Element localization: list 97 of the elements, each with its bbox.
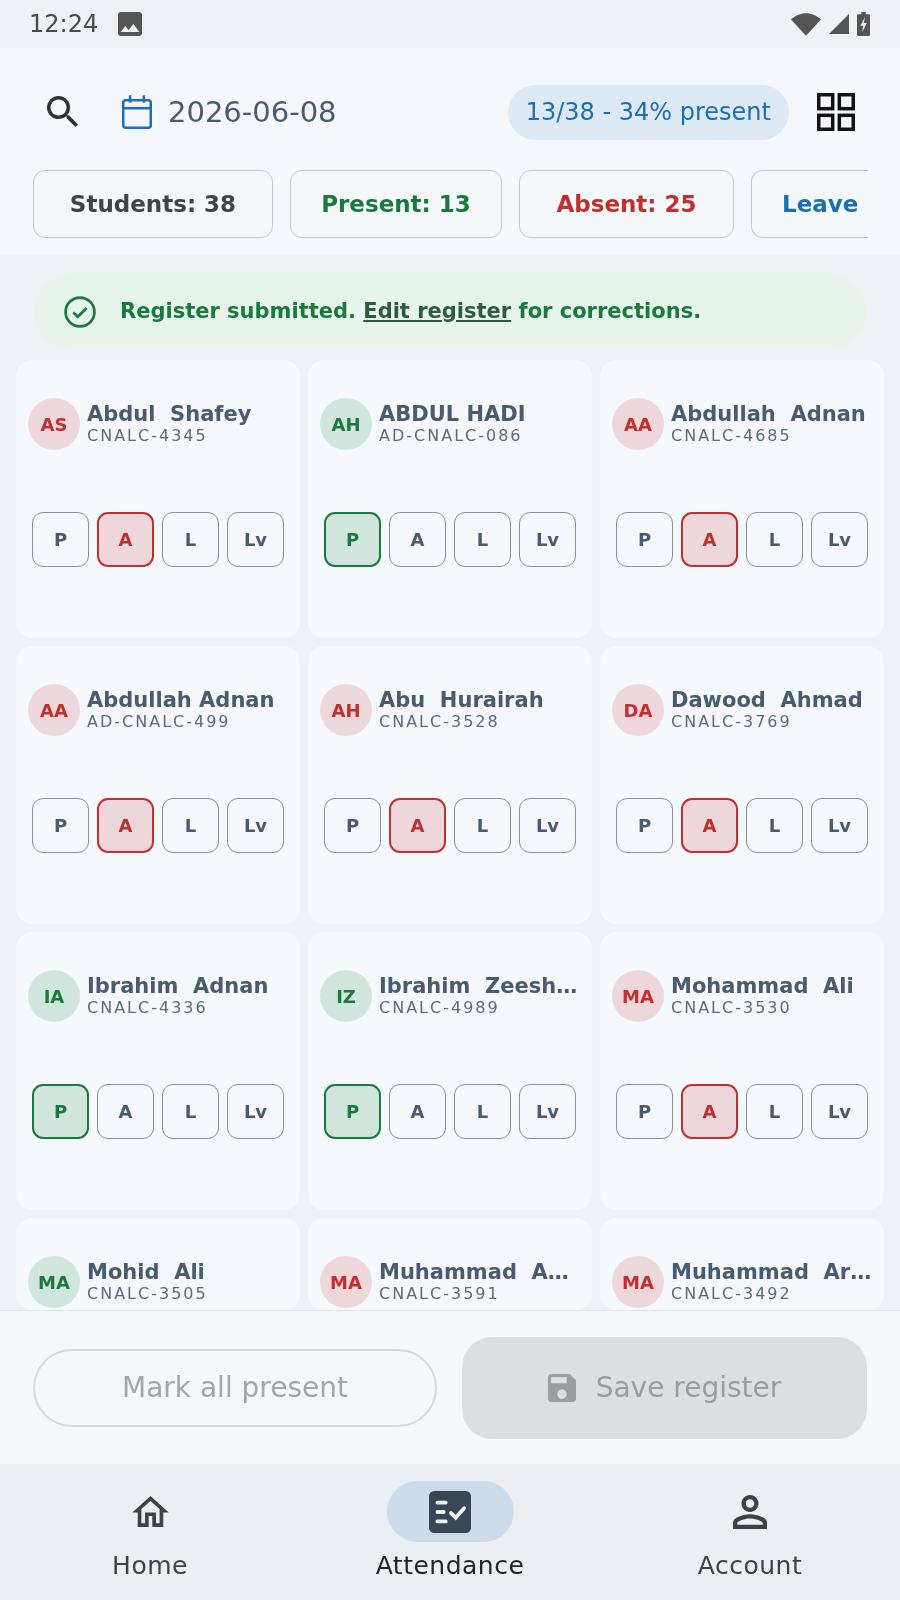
person-icon xyxy=(733,1494,767,1529)
attendance-mark-button[interactable]: L xyxy=(746,512,803,567)
student-id: CNALC-4685 xyxy=(671,426,793,445)
avatar: AH xyxy=(320,684,372,736)
attendance-mark-button[interactable]: L xyxy=(746,798,803,853)
attendance-mark-button[interactable]: P xyxy=(324,798,381,853)
student-id: CNALC-3528 xyxy=(379,712,501,731)
student-card[interactable]: IA Ibrahim Adnan CNALC-4336 P A L Lv xyxy=(16,932,300,1210)
attendance-mark-button[interactable]: L xyxy=(454,798,511,853)
stat-chip[interactable]: Leave xyxy=(751,170,868,238)
avatar: IA xyxy=(28,970,80,1022)
student-id: CNALC-3591 xyxy=(379,1284,501,1303)
avatar: MA xyxy=(28,1256,80,1308)
attendance-mark-button[interactable]: L xyxy=(454,1084,511,1139)
student-name: Abdul Shafey xyxy=(87,403,252,426)
attendance-mark-button[interactable]: A xyxy=(97,1084,154,1139)
student-name: Abdullah Adnan xyxy=(87,689,275,712)
student-id: AD-CNALC-499 xyxy=(87,712,232,731)
student-name: Mohid Ali xyxy=(87,1261,206,1284)
attendance-mark-button[interactable]: P xyxy=(616,512,673,567)
student-name: Muhammad Ar… xyxy=(671,1261,872,1284)
grid-view-icon[interactable] xyxy=(817,93,855,131)
student-id: CNALC-4345 xyxy=(87,426,209,445)
attendance-mark-button[interactable]: P xyxy=(324,512,381,567)
student-name: Ibrahim Zeesh… xyxy=(379,975,578,998)
clock-time: 12:24 xyxy=(29,12,99,36)
avatar: DA xyxy=(612,684,664,736)
student-id: CNALC-3530 xyxy=(671,998,793,1017)
student-name: Abu Hurairah xyxy=(379,689,544,712)
attendance-mark-button[interactable]: L xyxy=(162,1084,219,1139)
banner-message: Register submitted. Edit register for corrections. xyxy=(120,297,702,325)
student-id: CNALC-3769 xyxy=(671,712,793,731)
avatar: MA xyxy=(612,970,664,1022)
attendance-mark-button[interactable]: P xyxy=(32,1084,89,1139)
student-name: Ibrahim Adnan xyxy=(87,975,269,998)
signal-icon xyxy=(829,14,849,34)
attendance-mark-button[interactable]: A xyxy=(97,798,154,853)
stat-chip[interactable]: Absent: 25 xyxy=(519,170,734,238)
attendance-mark-button[interactable]: A xyxy=(389,798,446,853)
avatar: AA xyxy=(612,398,664,450)
attendance-mark-button[interactable]: Lv xyxy=(227,1084,284,1139)
attendance-mark-button[interactable]: P xyxy=(32,798,89,853)
attendance-mark-button[interactable]: Lv xyxy=(227,512,284,567)
avatar: AA xyxy=(28,684,80,736)
home-icon xyxy=(131,1496,169,1527)
attendance-mark-button[interactable]: A xyxy=(389,512,446,567)
attendance-mark-button[interactable]: Lv xyxy=(519,512,576,567)
nav-tab[interactable]: Attendance xyxy=(300,1464,600,1600)
check-circle-icon xyxy=(64,295,96,328)
attendance-mark-button[interactable]: P xyxy=(32,512,89,567)
student-id: CNALC-4989 xyxy=(379,998,501,1017)
avatar: MA xyxy=(612,1256,664,1308)
avatar: AH xyxy=(320,398,372,450)
calendar-icon xyxy=(122,95,152,129)
checklist-icon xyxy=(429,1490,471,1533)
attendance-mark-button[interactable]: Lv xyxy=(811,512,868,567)
attendance-mark-button[interactable]: L xyxy=(746,1084,803,1139)
student-card[interactable]: IZ Ibrahim Zeesh… CNALC-4989 P A L Lv xyxy=(308,932,592,1210)
avatar: IZ xyxy=(320,970,372,1022)
stat-chip[interactable]: Present: 13 xyxy=(290,170,502,238)
attendance-mark-button[interactable]: A xyxy=(681,512,738,567)
student-id: CNALC-3492 xyxy=(671,1284,793,1303)
image-icon xyxy=(118,12,143,36)
student-name: Dawood Ahmad xyxy=(671,689,863,712)
student-id: CNALC-3505 xyxy=(87,1284,208,1303)
attendance-summary-badge: 13/38 - 34% present xyxy=(507,84,789,140)
avatar: AS xyxy=(28,398,80,450)
attendance-mark-button[interactable]: Lv xyxy=(519,1084,576,1139)
stat-chip[interactable]: Students: 38 xyxy=(33,170,273,238)
student-name: Mohammad Ali xyxy=(671,975,854,998)
attendance-mark-button[interactable]: Lv xyxy=(519,798,576,853)
avatar: MA xyxy=(320,1256,372,1308)
date-picker-button[interactable]: 2026-06-08 xyxy=(122,95,337,129)
attendance-mark-button[interactable]: P xyxy=(616,1084,673,1139)
student-name: Abdullah Adnan xyxy=(671,403,866,426)
attendance-mark-button[interactable]: Lv xyxy=(811,1084,868,1139)
student-name: Muhammad A… xyxy=(379,1261,569,1284)
edit-register-link[interactable]: Edit register xyxy=(363,298,512,323)
attendance-mark-button[interactable]: L xyxy=(162,798,219,853)
attendance-mark-button[interactable]: Lv xyxy=(811,798,868,853)
attendance-mark-button[interactable]: A xyxy=(681,798,738,853)
attendance-mark-button[interactable]: A xyxy=(97,512,154,567)
attendance-mark-button[interactable]: P xyxy=(324,1084,381,1139)
attendance-mark-button[interactable]: A xyxy=(681,1084,738,1139)
attendance-mark-button[interactable]: L xyxy=(162,512,219,567)
nav-tab[interactable]: Home xyxy=(0,1464,300,1600)
nav-tab[interactable]: Account xyxy=(600,1464,900,1600)
attendance-mark-button[interactable]: Lv xyxy=(227,798,284,853)
attendance-mark-button[interactable]: L xyxy=(454,512,511,567)
attendance-mark-button[interactable]: P xyxy=(616,798,673,853)
search-icon[interactable] xyxy=(47,96,79,128)
student-name: ABDUL HADI xyxy=(379,403,526,426)
battery-charging-icon xyxy=(857,12,870,36)
student-id: CNALC-4336 xyxy=(87,998,209,1017)
wifi-icon xyxy=(791,12,821,36)
attendance-mark-button[interactable]: A xyxy=(389,1084,446,1139)
student-id: AD-CNALC-086 xyxy=(379,426,524,445)
